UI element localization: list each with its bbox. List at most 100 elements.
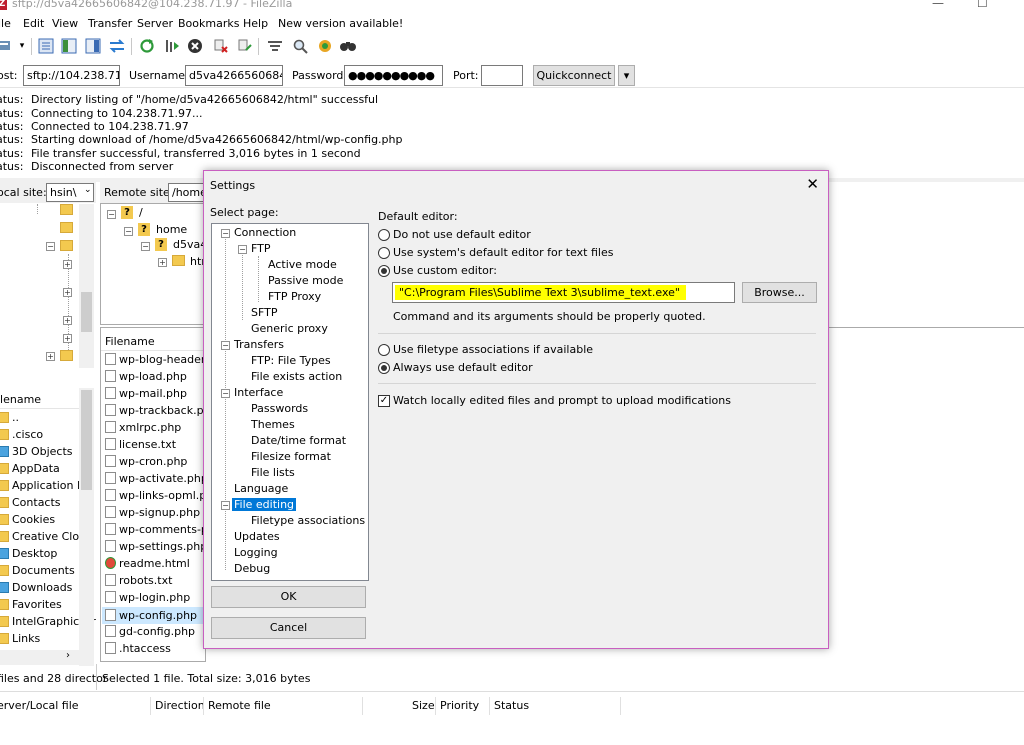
directory-listing-filters-icon[interactable] [266, 37, 284, 55]
queue-col-priority[interactable]: Priority [440, 699, 479, 712]
folder-icon[interactable] [60, 240, 73, 251]
unknown-folder-icon[interactable]: ? [121, 206, 133, 219]
radio-no-default-editor[interactable] [378, 229, 390, 241]
username-input[interactable]: d5va42665606842 [185, 65, 283, 86]
process-queue-icon[interactable] [163, 37, 181, 55]
folder-icon[interactable] [60, 350, 73, 361]
expand-icon[interactable]: − [141, 242, 150, 251]
menu-bookmarks[interactable]: Bookmarks [178, 17, 239, 30]
port-input[interactable] [481, 65, 523, 86]
tree-item-filetype-associations[interactable]: Filetype associations [251, 514, 365, 527]
quickconnect-dropdown-icon[interactable]: ▾ [618, 65, 635, 86]
expand-icon[interactable]: − [221, 389, 230, 398]
toggle-filter-icon[interactable] [291, 37, 309, 55]
tree-item-sftp[interactable]: SFTP [251, 306, 277, 319]
radio-system-default-editor-label[interactable]: Use system's default editor for text fil… [393, 246, 613, 259]
list-item[interactable]: .htaccess [105, 642, 171, 655]
remote-filename-header[interactable]: Filename [105, 335, 155, 348]
expand-icon[interactable]: + [46, 352, 55, 361]
queue-col-local-file[interactable]: erver/Local file [0, 699, 79, 712]
watch-files-label[interactable]: Watch locally edited files and prompt to… [393, 394, 731, 407]
expand-icon[interactable]: + [63, 334, 72, 343]
radio-filetype-associations-label[interactable]: Use filetype associations if available [393, 343, 593, 356]
list-item[interactable]: readme.html [105, 557, 190, 570]
tree-item-filesize-format[interactable]: Filesize format [251, 450, 331, 463]
watch-files-checkbox[interactable]: ✓ [378, 395, 390, 407]
local-list-scrollbar[interactable] [79, 388, 94, 666]
tree-item-passive-mode[interactable]: Passive mode [268, 274, 343, 287]
tree-item-ftp[interactable]: FTP [251, 242, 271, 255]
menu-help[interactable]: Help [243, 17, 268, 30]
tree-item-active-mode[interactable]: Active mode [268, 258, 337, 271]
list-item[interactable]: wp-trackback.php [105, 404, 218, 417]
expand-icon[interactable]: − [221, 501, 230, 510]
list-item[interactable]: Documents [0, 564, 75, 577]
list-item[interactable]: wp-settings.php [105, 540, 207, 553]
tree-item-transfers[interactable]: Transfers [234, 338, 284, 351]
folder-icon[interactable] [60, 222, 73, 233]
list-item[interactable]: wp-login.php [105, 591, 190, 604]
radio-custom-editor[interactable] [378, 265, 390, 277]
site-manager-dropdown-icon[interactable]: ▾ [13, 37, 31, 55]
radio-no-default-editor-label[interactable]: Do not use default editor [393, 228, 531, 241]
quickconnect-button[interactable]: Quickconnect [533, 65, 615, 86]
radio-always-default-editor-label[interactable]: Always use default editor [393, 361, 533, 374]
list-item[interactable]: .cisco [0, 428, 43, 441]
radio-custom-editor-label[interactable]: Use custom editor: [393, 264, 497, 277]
queue-col-size[interactable]: Size [412, 699, 435, 712]
local-tree-scrollbar[interactable] [79, 204, 94, 368]
queue-col-status[interactable]: Status [494, 699, 529, 712]
ok-button[interactable]: OK [211, 586, 366, 608]
synchronized-browsing-icon[interactable] [316, 37, 334, 55]
unknown-folder-icon[interactable]: ? [155, 238, 167, 251]
tree-item-date-time-format[interactable]: Date/time format [251, 434, 346, 447]
list-item[interactable]: Desktop [0, 547, 57, 560]
list-item[interactable]: .. [0, 411, 19, 424]
list-item[interactable]: wp-signup.php [105, 506, 200, 519]
radio-system-default-editor[interactable] [378, 247, 390, 259]
password-input[interactable]: ●●●●●●●●●● [344, 65, 443, 86]
cancel-button[interactable]: Cancel [211, 617, 366, 639]
tree-item-file-editing[interactable]: File editing [232, 498, 297, 511]
list-item[interactable]: wp-mail.php [105, 387, 187, 400]
menu-file[interactable]: ile [0, 17, 11, 30]
remote-tree-root[interactable]: / [139, 206, 143, 219]
list-item[interactable]: wp-links-opml.ph [105, 489, 213, 502]
custom-editor-input[interactable]: "C:\Program Files\Sublime Text 3\sublime… [392, 282, 735, 303]
tree-item-debug[interactable]: Debug [234, 562, 270, 575]
unknown-folder-icon[interactable]: ? [138, 223, 150, 236]
list-item[interactable]: wp-cron.php [105, 455, 187, 468]
toggle-local-tree-icon[interactable] [60, 37, 78, 55]
local-filename-header[interactable]: ilename [0, 393, 41, 406]
tree-item-file-lists[interactable]: File lists [251, 466, 295, 479]
expand-icon[interactable]: − [124, 227, 133, 236]
list-item[interactable]: 3D Objects [0, 445, 73, 458]
menu-view[interactable]: View [52, 17, 78, 30]
local-site-dropdown-icon[interactable]: ⌄ [84, 185, 92, 195]
list-item-selected[interactable]: wp-config.php [102, 607, 206, 624]
remote-site-input[interactable]: /home [168, 183, 208, 202]
queue-col-direction[interactable]: Direction [155, 699, 205, 712]
tree-item-interface[interactable]: Interface [234, 386, 283, 399]
list-item[interactable]: Cookies [0, 513, 55, 526]
list-item[interactable]: Links [0, 632, 40, 645]
menu-server[interactable]: Server [137, 17, 173, 30]
list-item[interactable]: AppData [0, 462, 60, 475]
expand-icon[interactable]: + [63, 260, 72, 269]
expand-icon[interactable]: − [46, 242, 55, 251]
queue-col-remote-file[interactable]: Remote file [208, 699, 271, 712]
list-item[interactable]: gd-config.php [105, 625, 195, 638]
local-horizontal-scrollbar[interactable]: › [0, 650, 80, 665]
host-input[interactable]: sftp://104.238.71.97 [23, 65, 120, 86]
tree-item-ftp-file-types[interactable]: FTP: File Types [251, 354, 331, 367]
list-item[interactable]: Contacts [0, 496, 61, 509]
remote-tree-home[interactable]: home [156, 223, 187, 236]
toggle-remote-tree-icon[interactable] [84, 37, 102, 55]
menu-transfer[interactable]: Transfer [88, 17, 132, 30]
browse-button[interactable]: Browse... [742, 282, 817, 303]
expand-icon[interactable]: − [221, 229, 230, 238]
expand-icon[interactable]: − [221, 341, 230, 350]
folder-icon[interactable] [60, 204, 73, 215]
radio-filetype-associations[interactable] [378, 344, 390, 356]
reconnect-icon[interactable] [236, 37, 254, 55]
